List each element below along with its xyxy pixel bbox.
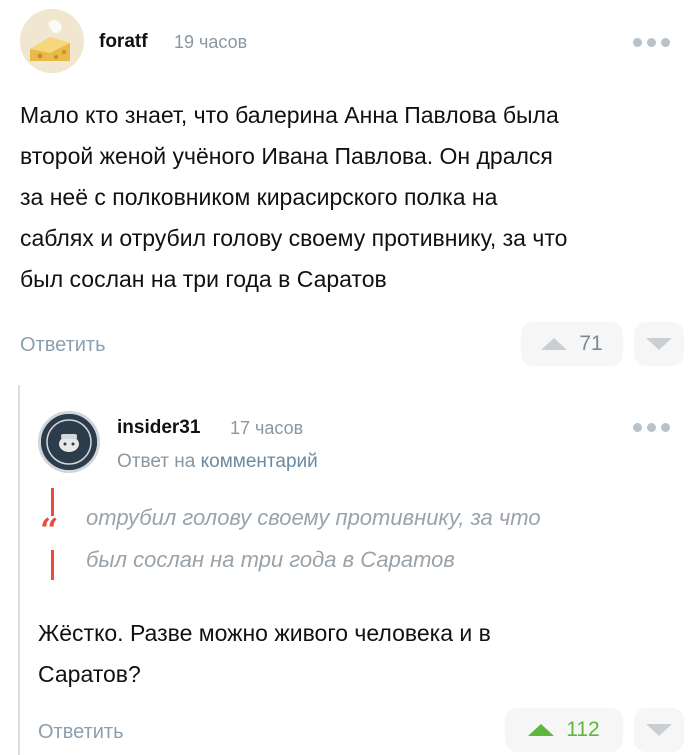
comment-line: Жёстко. Разве можно живого человека и в — [38, 620, 491, 646]
upvote-button[interactable]: 112 — [505, 708, 623, 752]
upvote-button[interactable]: 71 — [521, 322, 623, 366]
downvote-button[interactable] — [634, 322, 684, 366]
reply-to-label: Ответ на — [117, 451, 196, 472]
comment-line: за неё с полковником кирасирского полка … — [20, 184, 498, 210]
username[interactable]: foratf — [99, 31, 148, 53]
quote-line: отрубил голову своему противнику, за что — [86, 505, 541, 530]
badge-avatar[interactable] — [38, 411, 100, 473]
quote-bar — [51, 550, 54, 580]
vote-count: 112 — [566, 718, 600, 741]
username[interactable]: insider31 — [117, 417, 200, 439]
arrow-down-icon — [646, 338, 672, 350]
comment-line: Мало кто знает, что балерина Анна Павлов… — [20, 102, 559, 128]
comment-text: Жёстко. Разве можно живого человека и в … — [38, 613, 491, 695]
cheese-avatar[interactable] — [20, 9, 84, 73]
quote-text: отрубил голову своему противнику, за что… — [86, 497, 541, 581]
arrow-down-icon — [646, 724, 672, 736]
reply-button[interactable]: Ответить — [20, 334, 106, 357]
vote-count: 71 — [579, 332, 603, 355]
comment-line: был сослан на три года в Саратов — [20, 266, 387, 292]
more-options-icon[interactable] — [633, 423, 670, 432]
comment-text: Мало кто знает, что балерина Анна Павлов… — [20, 95, 567, 300]
arrow-up-icon — [541, 338, 568, 350]
comment-line: второй женой учёного Ивана Павлова. Он д… — [20, 143, 553, 169]
arrow-up-icon — [528, 724, 555, 736]
comment-line: Саратов? — [38, 661, 141, 687]
timestamp: 17 часов — [230, 418, 304, 438]
badge-icon — [41, 414, 97, 470]
comment-line: саблях и отрубил голову своему противник… — [20, 225, 568, 251]
reply-button[interactable]: Ответить — [38, 721, 124, 744]
timestamp: 19 часов — [174, 32, 248, 52]
quote-line: был сослан на три года в Саратов — [86, 547, 455, 572]
quote-icon: “ — [40, 511, 59, 549]
reply-to-link[interactable]: комментарий — [201, 451, 318, 472]
more-options-icon[interactable] — [633, 38, 670, 47]
thread-line[interactable] — [18, 385, 20, 755]
reply-to: Ответ на комментарий — [117, 451, 318, 473]
cheese-icon — [20, 9, 84, 73]
downvote-button[interactable] — [634, 708, 684, 752]
